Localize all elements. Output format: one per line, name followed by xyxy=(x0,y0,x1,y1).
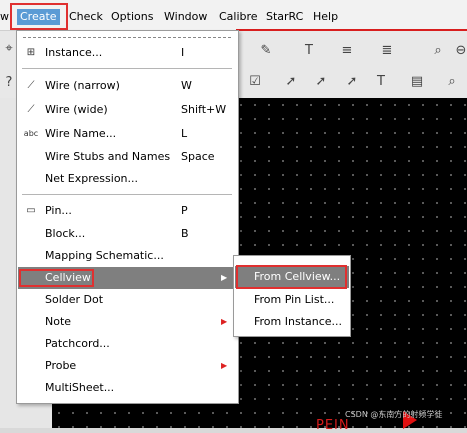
menu-window[interactable]: Window xyxy=(164,9,207,25)
select-pointer2-icon[interactable]: ➚ xyxy=(312,73,330,91)
text-select-icon[interactable]: T xyxy=(372,73,390,91)
tearoff-line[interactable] xyxy=(23,37,231,38)
watermark: CSDN @东南方的射频学徒 xyxy=(345,410,443,419)
instance-icon: ⊞ xyxy=(26,47,36,58)
menu-create[interactable]: Create xyxy=(17,9,60,25)
menu-item-wire-wide[interactable]: ⟋ Wire (wide) Shift+W xyxy=(18,99,237,121)
submenu-arrow-icon: ▶ xyxy=(221,273,228,282)
menu-help[interactable]: Help xyxy=(313,9,338,25)
menu-calibre[interactable]: Calibre xyxy=(219,9,258,25)
menu-item-block[interactable]: Block... B xyxy=(18,223,237,245)
select-check-icon[interactable]: ☑ xyxy=(246,73,264,91)
text-tool-icon[interactable]: T xyxy=(300,42,318,60)
distribute-icon[interactable]: ≣ xyxy=(378,42,396,60)
select-pointer-icon[interactable]: ➚ xyxy=(282,73,300,91)
menu-item-wire-narrow[interactable]: ⟋ Wire (narrow) W xyxy=(18,75,237,97)
zoom-icon[interactable]: ⌕ xyxy=(429,42,447,60)
menu-starrc[interactable]: StarRC xyxy=(266,9,303,25)
submenu-item-from-instance[interactable]: From Instance... xyxy=(235,311,349,333)
create-menu: ⊞ Instance... I ⟋ Wire (narrow) W ⟋ Wire… xyxy=(16,30,239,404)
menu-item-wire-name[interactable]: abc Wire Name... L xyxy=(18,123,237,145)
pin-label: PEIN xyxy=(316,418,350,433)
search-icon[interactable]: ⌕ xyxy=(443,73,461,91)
pen-icon[interactable]: ✎ xyxy=(257,42,275,60)
menu-item-note[interactable]: Note ▶ xyxy=(18,311,237,333)
menu-item-multisheet[interactable]: MultiSheet... xyxy=(18,377,237,399)
menu-item-instance[interactable]: ⊞ Instance... I xyxy=(18,42,237,64)
menu-item-mapping-schematic[interactable]: Mapping Schematic... xyxy=(18,245,237,267)
menu-item-cellview[interactable]: Cellview ▶ xyxy=(18,267,237,289)
menu-separator xyxy=(22,68,232,69)
menu-item-patchcord[interactable]: Patchcord... xyxy=(18,333,237,355)
menu-item-wire-stubs[interactable]: Wire Stubs and Names Space xyxy=(18,146,237,168)
wire-narrow-icon: ⟋ xyxy=(27,80,35,91)
menu-view-partial[interactable]: w xyxy=(0,9,9,25)
window-icon[interactable]: ▤ xyxy=(408,73,426,91)
wire-wide-icon: ⟋ xyxy=(27,104,35,115)
menu-check[interactable]: Check xyxy=(69,9,103,25)
submenu-arrow-icon: ▶ xyxy=(221,317,228,326)
submenu-item-from-pin-list[interactable]: From Pin List... xyxy=(235,289,349,311)
menu-item-probe[interactable]: Probe ▶ xyxy=(18,355,237,377)
wire-name-icon: abc xyxy=(23,129,39,138)
menu-item-net-expression[interactable]: Net Expression... xyxy=(18,168,237,190)
zoom-out-icon[interactable]: ⊖ xyxy=(452,42,467,60)
align-icon[interactable]: ≡ xyxy=(338,42,356,60)
menu-options[interactable]: Options xyxy=(111,9,153,25)
pin-icon: ▭ xyxy=(26,205,36,216)
submenu-arrow-icon: ▶ xyxy=(221,361,228,370)
submenu-item-from-cellview[interactable]: From Cellview... xyxy=(235,266,349,288)
menu-item-solder-dot[interactable]: Solder Dot xyxy=(18,289,237,311)
menu-item-pin[interactable]: ▭ Pin... P xyxy=(18,200,237,222)
select-pointer3-icon[interactable]: ➚ xyxy=(343,73,361,91)
menubar: w Create Check Options Window Calibre St… xyxy=(0,0,467,31)
cellview-submenu: From Cellview... From Pin List... From I… xyxy=(233,255,351,337)
menu-separator xyxy=(22,194,232,195)
